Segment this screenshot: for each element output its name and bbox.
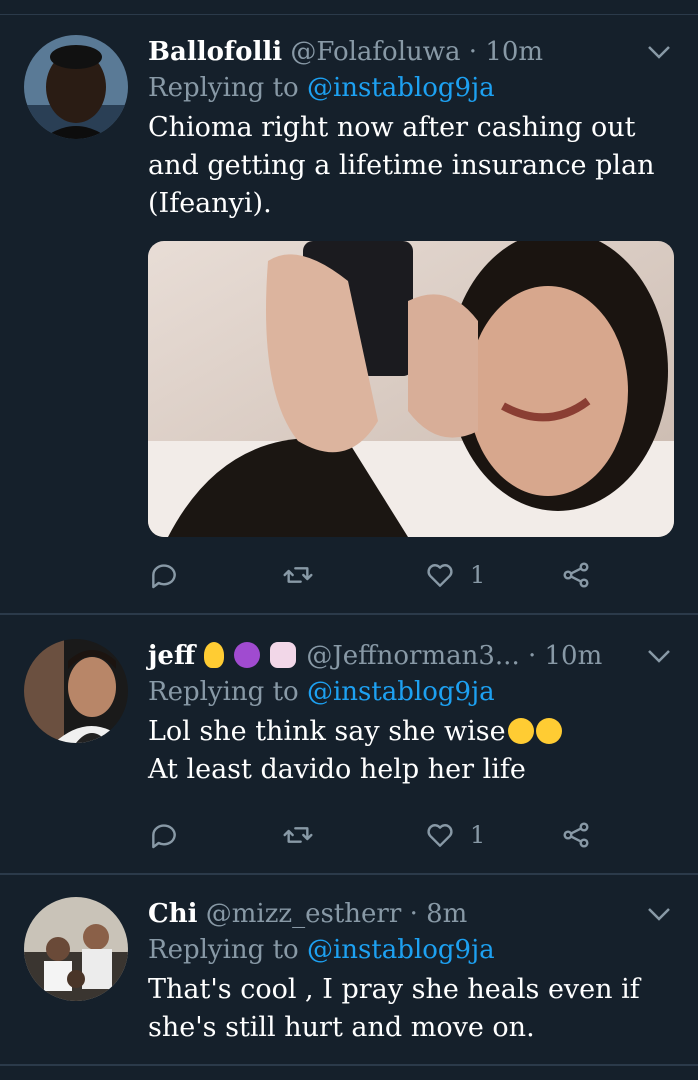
share-icon (563, 822, 589, 848)
display-name[interactable]: Chi (148, 899, 197, 929)
tweet-jeff[interactable]: jeff @Jeffnorman3... · 10m Replying to @… (0, 615, 698, 875)
tweet-time: · 10m (468, 37, 544, 67)
lightbulb-emoji (203, 642, 224, 668)
tweet-header: jeff @Jeffnorman3... · 10m (148, 639, 674, 673)
user-handle[interactable]: @mizz_estherr (206, 899, 402, 929)
tweet-time: · 10m (527, 641, 603, 671)
tweet-ballofolli[interactable]: Ballofolli @Folafoluwa · 10m Replying to… (0, 15, 698, 615)
tweet-time: · 8m (409, 899, 468, 929)
unicorn-emoji (270, 642, 297, 668)
tweet-header: Chi @mizz_estherr · 8m (148, 897, 674, 931)
avatar[interactable] (24, 897, 128, 1001)
reply-button[interactable] (148, 815, 180, 855)
display-name[interactable]: Ballofolli (148, 37, 282, 67)
like-count: 1 (470, 561, 486, 589)
retweet-icon (283, 567, 313, 583)
tweet-actions: 1 (148, 555, 598, 595)
replying-to: Replying to @instablog9ja (148, 677, 495, 707)
reply-icon (152, 564, 176, 589)
user-handle[interactable]: @Jeffnorman3... (306, 641, 519, 671)
share-button[interactable] (560, 815, 592, 855)
tweet-actions: 1 (148, 815, 598, 855)
reply-icon (152, 824, 176, 849)
devil-emoji (233, 642, 260, 668)
replying-to: Replying to @instablog9ja (148, 73, 495, 103)
tweet-text: Chioma right now after cashing out and g… (148, 112, 655, 219)
chevron-down-icon[interactable] (644, 37, 674, 67)
display-name[interactable]: jeff (148, 641, 195, 671)
share-icon (563, 562, 589, 588)
replying-handle-link[interactable]: @instablog9ja (307, 73, 495, 103)
like-count: 1 (470, 821, 486, 849)
chevron-down-icon[interactable] (644, 641, 674, 671)
share-button[interactable] (560, 555, 592, 595)
avatar[interactable] (24, 35, 128, 139)
tweet-media-image[interactable] (148, 241, 674, 537)
tweet-text: That's cool , I pray she heals even if s… (148, 974, 640, 1043)
tweet-chi[interactable]: Chi @mizz_estherr · 8m Replying to @inst… (0, 875, 698, 1066)
retweet-icon (283, 827, 313, 843)
replying-to: Replying to @instablog9ja (148, 935, 495, 965)
user-handle[interactable]: @Folafoluwa (290, 37, 460, 67)
laughing-tears-emoji (535, 718, 562, 744)
reply-button[interactable] (148, 555, 180, 595)
replying-handle-link[interactable]: @instablog9ja (307, 935, 495, 965)
heart-icon (427, 824, 453, 847)
retweet-button[interactable] (282, 815, 314, 855)
avatar[interactable] (24, 639, 128, 743)
like-button[interactable]: 1 (424, 555, 485, 595)
chevron-down-icon[interactable] (644, 899, 674, 929)
tweet-text: Lol she think say she wise At least davi… (148, 713, 674, 789)
retweet-button[interactable] (282, 555, 314, 595)
like-button[interactable]: 1 (424, 815, 485, 855)
laughing-tears-emoji (507, 718, 534, 744)
heart-icon (427, 564, 453, 587)
replying-handle-link[interactable]: @instablog9ja (307, 677, 495, 707)
tweet-header: Ballofolli @Folafoluwa · 10m (148, 35, 674, 69)
